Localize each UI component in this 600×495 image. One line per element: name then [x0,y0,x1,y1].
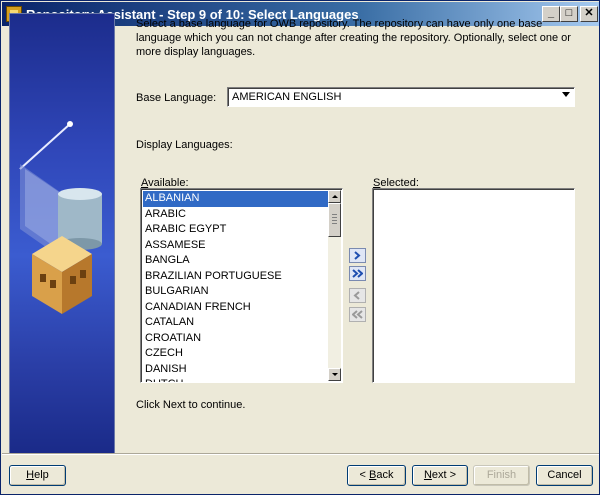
back-label-rest: ack [376,469,394,481]
base-language-label: Base Language: [136,92,217,104]
base-language-value: AMERICAN ENGLISH [232,91,342,103]
cancel-button[interactable]: Cancel [536,465,593,486]
back-prefix: < [359,469,369,481]
wizard-illustration [9,13,115,455]
available-language-item[interactable]: ARABIC [143,207,329,223]
available-language-item[interactable]: ARABIC EGYPT [143,222,329,238]
finish-button[interactable]: Finish [473,465,530,486]
available-language-item[interactable]: BULGARIAN [143,284,329,300]
available-language-item[interactable]: CATALAN [143,315,329,331]
available-language-item[interactable]: CROATIAN [143,331,329,347]
move-all-right-button[interactable] [349,266,366,281]
move-right-button[interactable] [349,248,366,263]
available-language-item[interactable]: CANADIAN FRENCH [143,300,329,316]
help-label-rest: elp [34,469,49,481]
scroll-thumb[interactable] [328,203,341,237]
next-mnemonic: N [423,469,432,481]
available-language-item[interactable]: ASSAMESE [143,238,329,254]
footer-hint: Click Next to continue. [136,399,246,411]
scroll-down-button[interactable] [328,368,341,381]
display-languages-label: Display Languages: [136,139,233,151]
repository-assistant-window: Repository Assistant - Step 9 of 10: Sel… [0,0,600,495]
available-language-item[interactable]: CZECH [143,346,329,362]
back-button[interactable]: < Back [347,465,406,486]
base-language-dropdown[interactable]: AMERICAN ENGLISH [227,87,575,107]
selected-languages-list[interactable] [372,188,575,383]
intro-text: Select a base language for OWB repositor… [136,18,571,58]
available-language-item[interactable]: ALBANIAN [143,191,329,207]
available-list-items: ALBANIAN ARABIC ARABIC EGYPT ASSAMESE BANGLA… [143,191,329,382]
available-language-item[interactable]: BRAZILIAN PORTUGUESE [143,269,329,285]
move-all-right-icon [352,269,363,278]
help-button[interactable]: Help [9,465,66,486]
move-all-left-button[interactable] [349,307,366,322]
available-languages-list[interactable]: ALBANIAN ARABIC ARABIC EGYPT ASSAMESE BANGLA… [140,188,343,383]
move-right-icon [354,251,361,260]
available-language-item[interactable]: DUTCH [143,377,329,382]
footer-divider [2,453,599,455]
available-list-scrollbar[interactable] [328,190,341,381]
move-left-icon [353,291,360,300]
next-button[interactable]: Next > [412,465,468,486]
chevron-down-icon[interactable] [562,92,570,97]
move-left-button[interactable] [349,288,366,303]
available-language-item[interactable]: BANGLA [143,253,329,269]
help-mnemonic: H [26,469,35,481]
move-all-left-icon [352,310,363,319]
next-label-rest: ext > [431,469,457,481]
available-language-item[interactable]: DANISH [143,362,329,378]
scroll-up-button[interactable] [328,190,341,203]
